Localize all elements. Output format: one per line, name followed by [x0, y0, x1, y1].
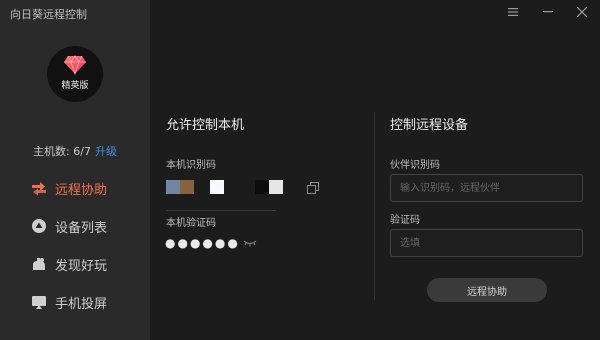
avatar[interactable]: 精英版: [47, 46, 103, 102]
local-code-value: ●●●●●●: [165, 236, 240, 250]
remote-assist-icon: [30, 179, 48, 197]
id-mask-block: [255, 180, 269, 194]
nav-label: 远程协助: [55, 182, 108, 198]
partner-id-input[interactable]: [390, 174, 583, 202]
host-count-label: 主机数: 6/7: [33, 145, 91, 158]
nav-label: 发现好玩: [55, 258, 108, 274]
section-divider: [374, 112, 375, 300]
nav-item-screen-cast[interactable]: 手机投屏: [30, 291, 107, 313]
edition-label: 精英版: [61, 81, 89, 91]
app-title: 向日葵远程控制: [10, 8, 87, 21]
device-list-icon: [30, 217, 48, 235]
nav-item-discover[interactable]: 发现好玩: [30, 253, 107, 275]
gem-icon: [64, 55, 86, 75]
sidebar: 向日葵远程控制 精英版 主机数: 6/7 升级 远程协助 设备列表 发现好玩 手…: [0, 0, 150, 340]
id-mask-block: [180, 180, 194, 194]
nav-item-device-list[interactable]: 设备列表: [30, 215, 107, 237]
eye-closed-icon[interactable]: [243, 238, 257, 248]
menu-icon: [508, 8, 518, 16]
id-mask-block: [269, 180, 283, 194]
partner-id-label: 伙伴识别码: [390, 160, 440, 171]
remote-assist-button[interactable]: 远程协助: [427, 278, 547, 302]
minimize-icon: [543, 11, 553, 13]
app-window: 向日葵远程控制 精英版 主机数: 6/7 升级 远程协助 设备列表 发现好玩 手…: [0, 0, 600, 340]
menu-button[interactable]: [498, 0, 528, 24]
close-button[interactable]: [567, 0, 597, 24]
nav-label: 设备列表: [55, 220, 108, 236]
remote-code-input[interactable]: [390, 229, 583, 257]
minimize-button[interactable]: [533, 0, 563, 24]
upgrade-link[interactable]: 升级: [95, 145, 117, 158]
remote-code-label: 验证码: [390, 215, 420, 226]
id-divider: [166, 210, 276, 211]
id-mask-block: [210, 180, 224, 194]
remote-control-title: 控制远程设备: [390, 118, 469, 133]
copy-icon[interactable]: [307, 182, 319, 194]
discover-icon: [30, 255, 48, 273]
nav-label: 手机投屏: [55, 296, 108, 312]
local-code-label: 本机验证码: [166, 218, 216, 229]
screen-cast-icon: [30, 293, 48, 311]
close-icon: [577, 7, 587, 17]
id-mask-block: [166, 180, 180, 194]
host-count: 主机数: 6/7 升级: [0, 143, 150, 159]
allow-control-title: 允许控制本机: [166, 118, 245, 133]
local-id-label: 本机识别码: [166, 160, 216, 171]
nav-item-remote-assist[interactable]: 远程协助: [30, 177, 107, 199]
